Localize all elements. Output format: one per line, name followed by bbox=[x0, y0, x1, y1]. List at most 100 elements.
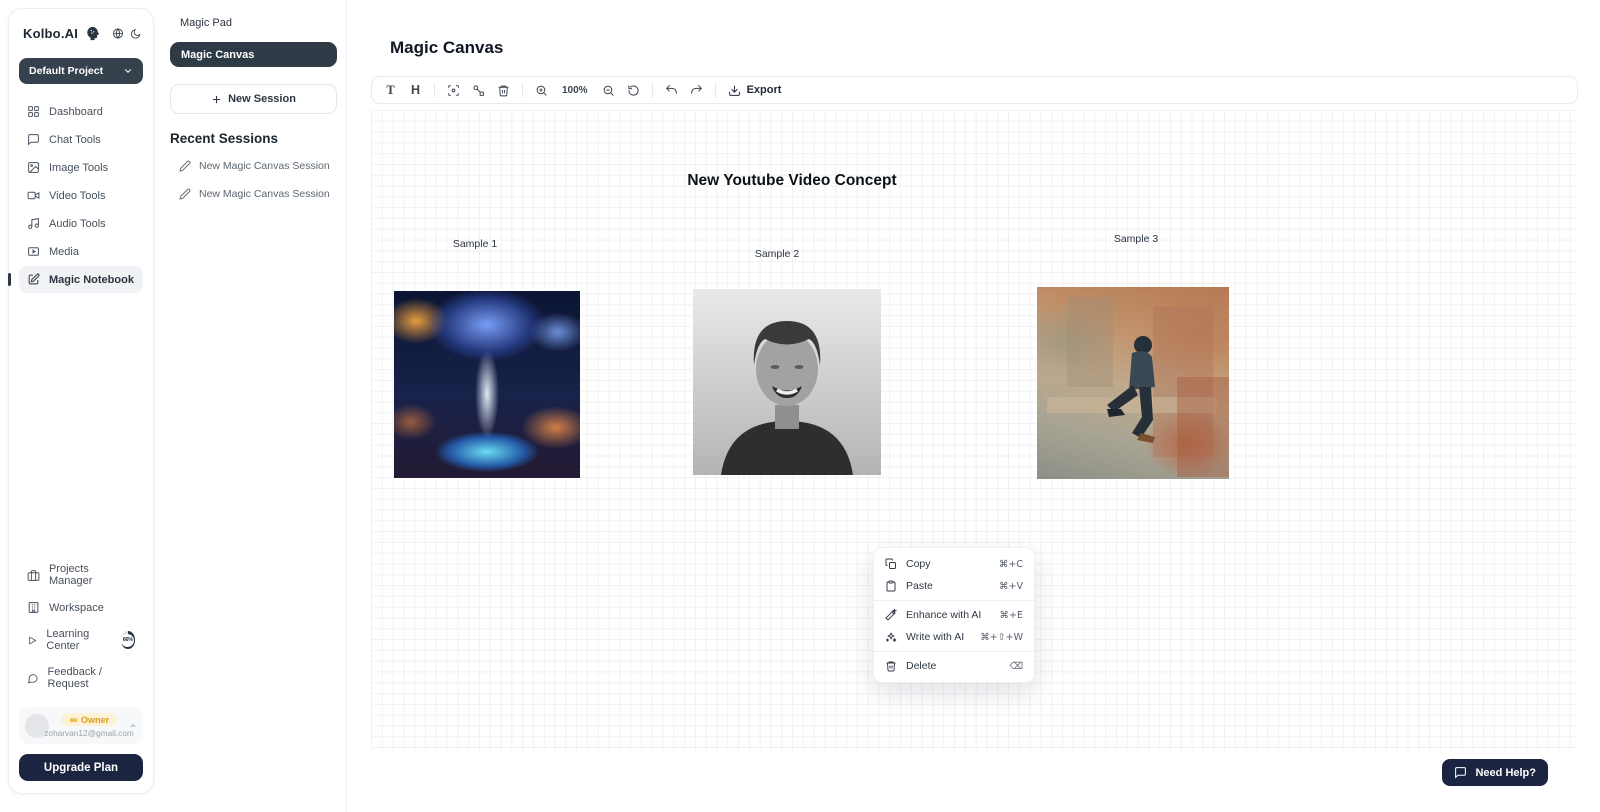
sidebar-item-label: Dashboard bbox=[49, 106, 103, 118]
menu-item-label: Paste bbox=[906, 580, 933, 592]
sidebar-item-feedback-request[interactable]: Feedback / Request bbox=[19, 659, 143, 697]
context-menu-item-paste[interactable]: Paste ⌘+V bbox=[874, 575, 1034, 597]
notebook-edit-icon bbox=[27, 273, 40, 286]
context-menu-item-delete[interactable]: Delete ⌫ bbox=[874, 655, 1034, 677]
project-selector-label: Default Project bbox=[29, 65, 103, 77]
menu-item-shortcut: ⌘+V bbox=[999, 581, 1023, 592]
sample-3-image[interactable] bbox=[1037, 287, 1229, 479]
reset-view-button[interactable] bbox=[622, 79, 645, 101]
download-icon bbox=[728, 84, 741, 97]
video-camera-icon bbox=[27, 189, 40, 202]
learning-progress-value: 66% bbox=[121, 634, 134, 647]
user-menu-caret-icon[interactable] bbox=[129, 722, 137, 730]
new-session-button[interactable]: New Session bbox=[170, 84, 337, 114]
sidebar-item-label: Image Tools bbox=[49, 162, 108, 174]
briefcase-icon bbox=[27, 569, 40, 582]
feedback-bubble-icon bbox=[27, 672, 39, 685]
sidebar-item-label: Projects Manager bbox=[49, 563, 135, 587]
toolbar-divider bbox=[522, 83, 523, 98]
menu-item-label: Copy bbox=[906, 558, 931, 570]
sidebar-item-label: Audio Tools bbox=[49, 218, 106, 230]
select-area-tool-button[interactable] bbox=[442, 79, 465, 101]
language-globe-icon[interactable] bbox=[112, 27, 124, 40]
trash-icon bbox=[497, 84, 510, 97]
sidebar-item-projects-manager[interactable]: Projects Manager bbox=[19, 556, 143, 594]
canvas-surface[interactable]: New Youtube Video Concept Sample 1 Sampl… bbox=[371, 110, 1578, 750]
new-session-label: New Session bbox=[228, 93, 296, 105]
connector-tool-button[interactable] bbox=[467, 79, 490, 101]
delete-tool-button[interactable] bbox=[492, 79, 515, 101]
session-list-item[interactable]: New Magic Canvas Session bbox=[170, 152, 337, 180]
sample-1-label[interactable]: Sample 1 bbox=[425, 238, 525, 250]
sidebar-item-audio-tools[interactable]: Audio Tools bbox=[19, 210, 143, 237]
sidebar-item-label: Workspace bbox=[49, 602, 104, 614]
user-account-chip[interactable]: Owner zoharvan12@gmail.com bbox=[19, 707, 143, 744]
sidebar-item-magic-notebook[interactable]: Magic Notebook bbox=[19, 266, 143, 293]
sessions-panel: Magic Pad Magic Canvas New Session Recen… bbox=[156, 0, 347, 812]
session-label: New Magic Canvas Session bbox=[199, 188, 330, 200]
undo-icon bbox=[665, 84, 678, 97]
user-email: zoharvan12@gmail.com bbox=[44, 728, 134, 738]
chat-bubble-icon bbox=[27, 133, 40, 146]
zoom-out-button[interactable] bbox=[597, 79, 620, 101]
menu-item-shortcut: ⌘+⇧+W bbox=[980, 632, 1023, 643]
sidebar-item-learning-center[interactable]: Learning Center 66% bbox=[19, 621, 143, 659]
upgrade-plan-button[interactable]: Upgrade Plan bbox=[19, 754, 143, 781]
magic-wand-icon bbox=[885, 609, 897, 621]
zoom-level: 100% bbox=[562, 85, 588, 96]
sidebar-item-video-tools[interactable]: Video Tools bbox=[19, 182, 143, 209]
canvas-toolbar: T H 100% Export bbox=[371, 76, 1578, 104]
need-help-label: Need Help? bbox=[1475, 767, 1536, 779]
text-tool-button[interactable]: T bbox=[379, 79, 402, 101]
undo-button[interactable] bbox=[660, 79, 683, 101]
sample-2-image[interactable] bbox=[693, 289, 881, 475]
export-button[interactable]: Export bbox=[728, 84, 782, 97]
tab-magic-canvas[interactable]: Magic Canvas bbox=[170, 42, 337, 67]
portrait-placeholder bbox=[693, 289, 881, 475]
zoom-out-icon bbox=[602, 84, 615, 97]
sidebar-item-dashboard[interactable]: Dashboard bbox=[19, 98, 143, 125]
project-selector[interactable]: Default Project bbox=[19, 58, 143, 84]
upgrade-plan-label: Upgrade Plan bbox=[44, 762, 118, 774]
ruins-figure-placeholder bbox=[1037, 287, 1229, 479]
tab-magic-pad[interactable]: Magic Pad bbox=[170, 15, 337, 42]
sidebar-item-media[interactable]: Media bbox=[19, 238, 143, 265]
redo-button[interactable] bbox=[685, 79, 708, 101]
menu-item-shortcut: ⌘+C bbox=[999, 559, 1023, 570]
sample-1-image[interactable] bbox=[394, 291, 580, 478]
trash-icon bbox=[885, 660, 897, 672]
context-menu-item-enhance-with-ai[interactable]: Enhance with AI ⌘+E bbox=[874, 604, 1034, 626]
music-note-icon bbox=[27, 217, 40, 230]
context-menu-item-write-with-ai[interactable]: Write with AI ⌘+⇧+W bbox=[874, 626, 1034, 648]
sample-3-label[interactable]: Sample 3 bbox=[1086, 233, 1186, 245]
sample-2-label[interactable]: Sample 2 bbox=[727, 248, 827, 260]
building-icon bbox=[27, 601, 40, 614]
redo-icon bbox=[690, 84, 703, 97]
help-chat-icon bbox=[1454, 766, 1467, 779]
tab-magic-canvas-label: Magic Canvas bbox=[181, 49, 254, 61]
need-help-button[interactable]: Need Help? bbox=[1442, 759, 1548, 786]
dark-mode-moon-icon[interactable] bbox=[130, 28, 141, 40]
canvas-board-title[interactable]: New Youtube Video Concept bbox=[582, 172, 1002, 190]
crown-icon bbox=[69, 715, 78, 724]
learning-progress-ring: 66% bbox=[121, 631, 135, 649]
export-label: Export bbox=[747, 84, 782, 96]
sidebar-item-label: Feedback / Request bbox=[48, 666, 135, 690]
plus-icon bbox=[211, 94, 222, 105]
heading-tool-button[interactable]: H bbox=[404, 79, 427, 101]
toolbar-divider bbox=[715, 83, 716, 98]
toolbar-divider bbox=[434, 83, 435, 98]
rotate-reset-icon bbox=[627, 84, 640, 97]
menu-divider bbox=[874, 651, 1034, 652]
menu-divider bbox=[874, 600, 1034, 601]
page-title: Magic Canvas bbox=[390, 38, 503, 58]
zoom-in-button[interactable] bbox=[530, 79, 553, 101]
brand-header: Kolbo.AI bbox=[19, 25, 143, 42]
session-list-item[interactable]: New Magic Canvas Session bbox=[170, 180, 337, 208]
sidebar-item-chat-tools[interactable]: Chat Tools bbox=[19, 126, 143, 153]
play-icon bbox=[27, 634, 37, 647]
sidebar-item-workspace[interactable]: Workspace bbox=[19, 594, 143, 621]
sidebar-item-image-tools[interactable]: Image Tools bbox=[19, 154, 143, 181]
pencil-icon bbox=[179, 188, 191, 200]
context-menu-item-copy[interactable]: Copy ⌘+C bbox=[874, 553, 1034, 575]
